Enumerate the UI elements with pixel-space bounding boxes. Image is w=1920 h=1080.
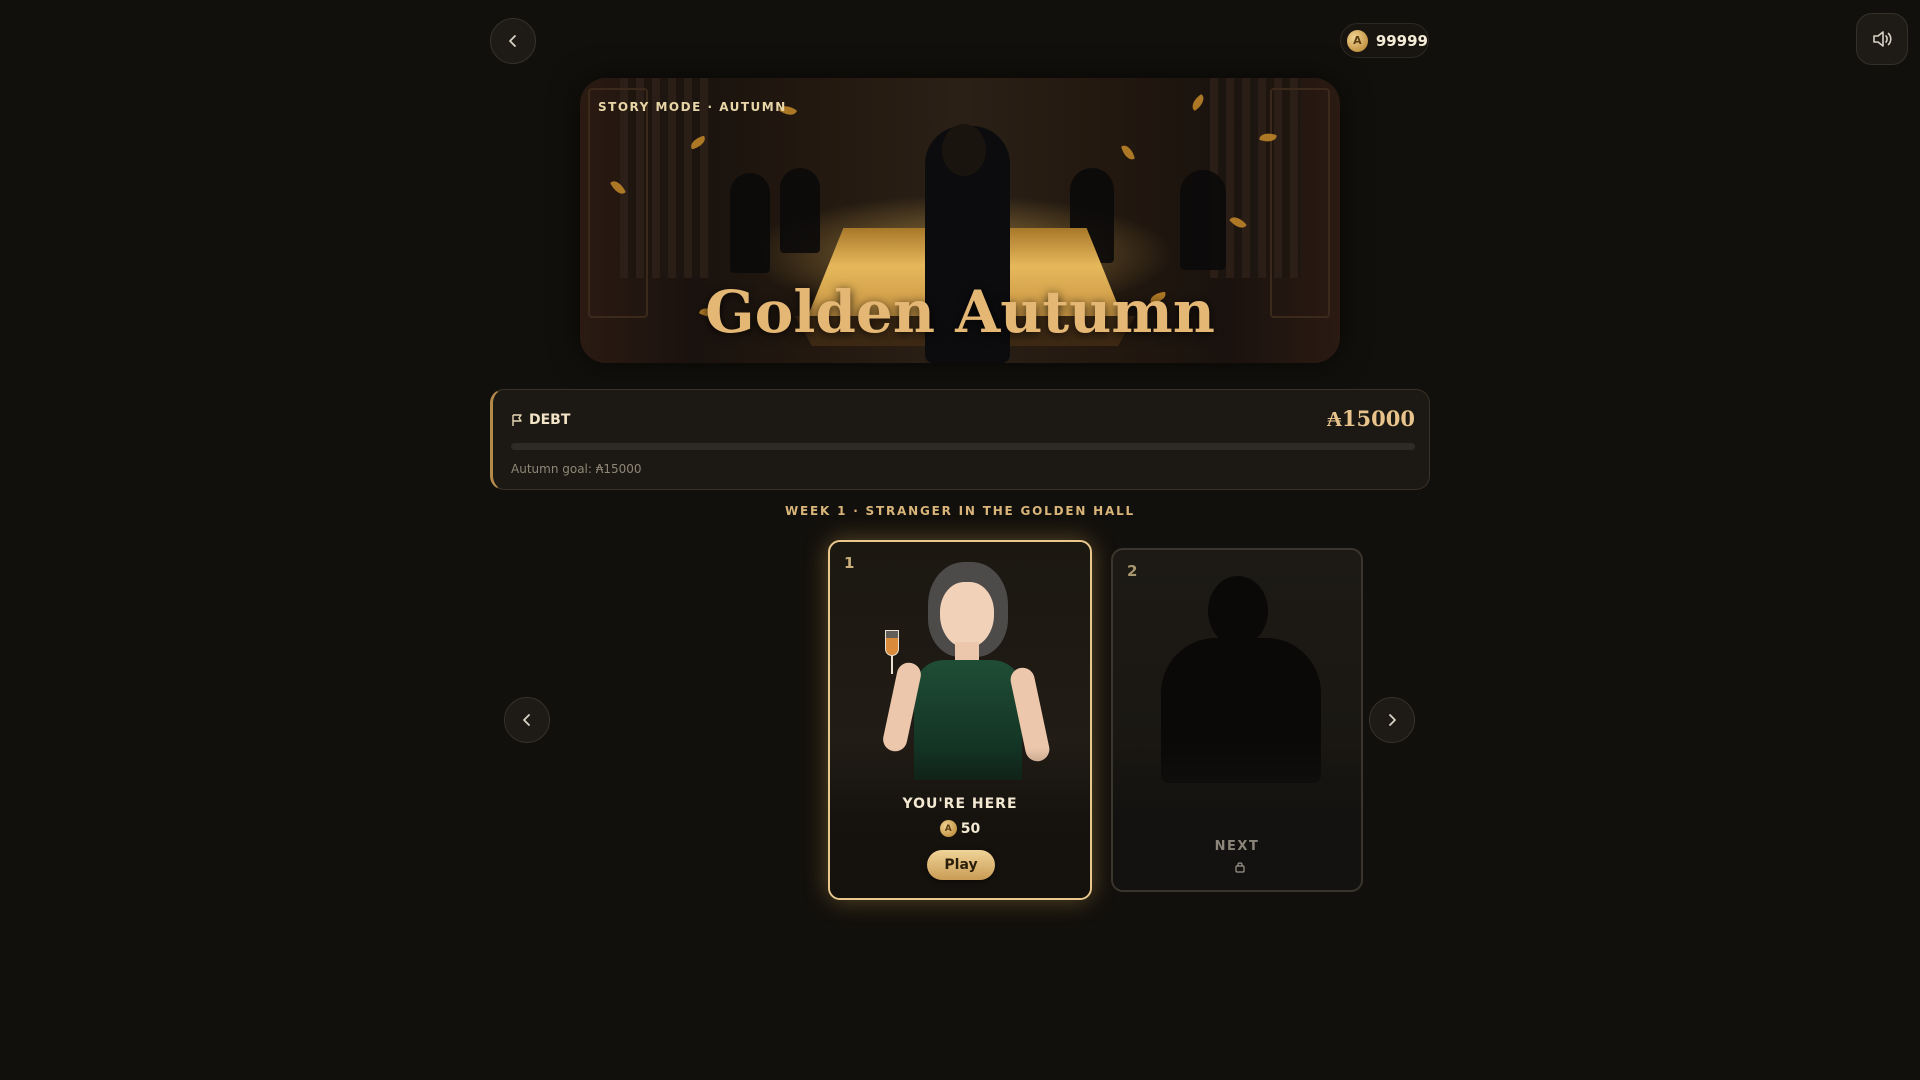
back-button[interactable] <box>490 18 536 64</box>
leaf <box>1188 93 1208 112</box>
card-status: YOU'RE HERE <box>902 796 1018 812</box>
coin-balance: A 99999 <box>1340 23 1429 58</box>
week-title: WEEK 1 · STRANGER IN THE GOLDEN HALL <box>784 504 1136 518</box>
chevron-left-icon <box>523 714 530 726</box>
chevron-right-icon <box>1389 714 1396 726</box>
wine-glass <box>885 630 899 656</box>
debt-progress-bar <box>511 443 1415 450</box>
chevron-left-icon <box>509 35 516 47</box>
speaker-icon <box>1873 31 1892 47</box>
spectator-silhouette <box>1180 170 1226 270</box>
silhouette-head <box>1208 576 1268 646</box>
debt-label: DEBT <box>529 412 571 428</box>
carousel-prev-button[interactable] <box>504 697 550 743</box>
level-card-current[interactable]: 1 YOU'RE HERE A 50 Play <box>828 540 1092 900</box>
card-reward: A 50 <box>830 820 1090 837</box>
coin-icon: A <box>1347 29 1368 52</box>
story-title: Golden Autumn <box>705 278 1215 346</box>
level-card-locked[interactable]: 2 NEXT <box>1111 548 1363 892</box>
debt-header: DEBT <box>511 412 570 428</box>
spectator-silhouette <box>730 173 770 273</box>
lock-icon <box>1235 862 1245 873</box>
story-mode-label: STORY MODE · AUTUMN <box>598 100 787 114</box>
leaf <box>1121 143 1135 162</box>
debt-amount: ₳15000 <box>1326 406 1415 431</box>
portrait-face <box>940 582 994 648</box>
card-number: 2 <box>1127 562 1138 580</box>
carousel-next-button[interactable] <box>1369 697 1415 743</box>
card-reward-value: 50 <box>960 820 981 837</box>
sound-button[interactable] <box>1856 13 1908 65</box>
debt-goal-text: Autumn goal: ₳15000 <box>511 462 642 476</box>
coin-balance-value: 99999 <box>1375 31 1428 50</box>
opponent-portrait <box>830 542 1090 898</box>
play-button[interactable]: Play <box>927 850 995 880</box>
wine-glass-stem <box>891 656 893 674</box>
player-head <box>942 124 986 176</box>
debt-panel: DEBT ₳15000 Autumn goal: ₳15000 <box>490 389 1430 490</box>
story-hero-banner: STORY MODE · AUTUMN Golden Autumn <box>580 78 1340 363</box>
card-status: NEXT <box>1214 839 1260 854</box>
coin-icon: A <box>939 820 957 837</box>
spectator-silhouette <box>780 168 820 253</box>
flag-icon <box>512 413 522 426</box>
card-number: 1 <box>844 554 855 572</box>
